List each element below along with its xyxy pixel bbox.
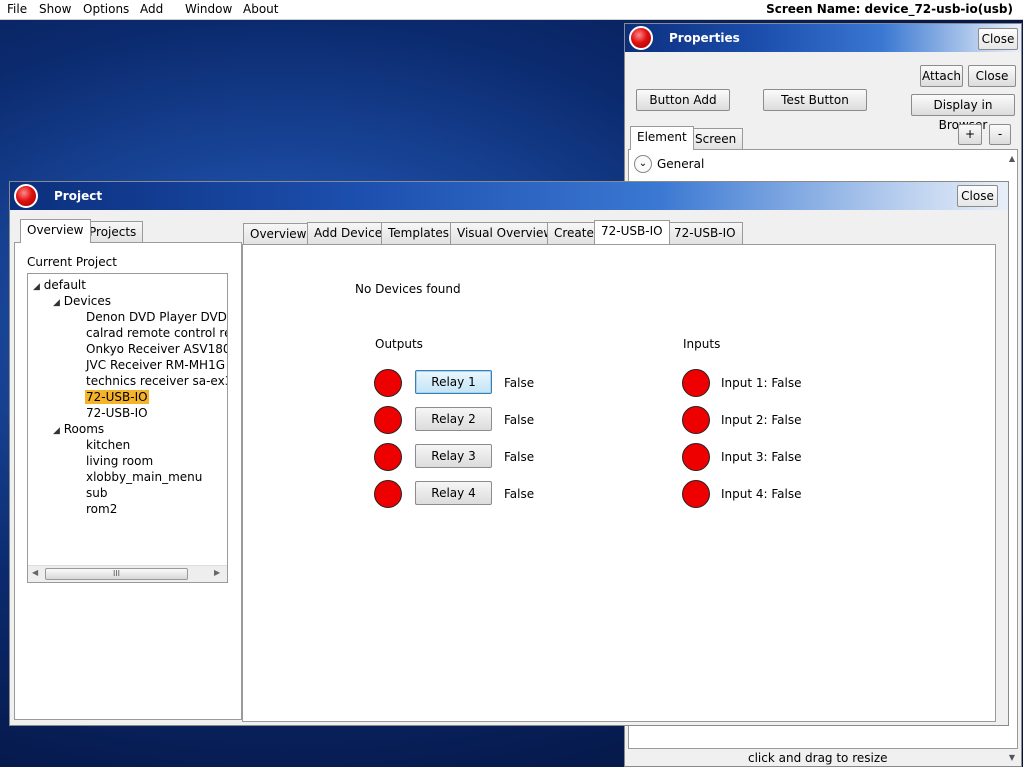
tab-overview[interactable]: Overview (243, 223, 314, 245)
input-led-indicator (682, 443, 710, 471)
menu-bar: File Show Options Add Window About Scree… (0, 0, 1023, 20)
tree-device-item[interactable]: 72-USB-IO (86, 406, 148, 420)
properties-titlebar[interactable]: Properties (625, 24, 1021, 52)
menu-window[interactable]: Window (185, 2, 232, 16)
general-section-label: General (657, 157, 705, 171)
scroll-left-icon[interactable]: ◀ (32, 568, 38, 577)
tree-node-devices[interactable]: ◢ Devices (53, 294, 111, 308)
no-devices-status: No Devices found (355, 282, 461, 296)
screen-name-label: Screen Name: device_72-usb-io(usb) (766, 2, 1013, 16)
input-led-indicator (682, 369, 710, 397)
outputs-label: Outputs (375, 337, 423, 351)
tree-room-item[interactable]: living room (86, 454, 153, 468)
expand-triangle-icon[interactable]: ◢ (33, 282, 40, 292)
project-tree: ◢ default ◢ Devices Denon DVD Player DVD… (27, 273, 228, 583)
expand-triangle-icon[interactable]: ◢ (53, 298, 60, 308)
scroll-down-icon[interactable]: ▼ (1009, 753, 1015, 762)
project-close-button[interactable]: Close (957, 185, 998, 207)
device-panel: No Devices found Outputs Inputs Relay 1 … (242, 244, 996, 722)
tree-device-item[interactable]: calrad remote control rev2 (86, 326, 227, 340)
tree-device-item[interactable]: Denon DVD Player DVD-9: (86, 310, 227, 324)
scroll-up-icon[interactable]: ▲ (1009, 154, 1015, 163)
relay-3-state: False (504, 450, 535, 464)
menu-add[interactable]: Add (140, 2, 163, 16)
input-led-indicator (682, 480, 710, 508)
menu-about[interactable]: About (243, 2, 278, 16)
output-led-indicator (374, 480, 402, 508)
chevron-down-icon[interactable]: ⌄ (634, 155, 652, 173)
tree-device-item-selected[interactable]: 72-USB-IO (85, 390, 149, 404)
attach-button[interactable]: Attach (920, 65, 963, 87)
input-2-state: Input 2: False (721, 413, 802, 427)
current-project-label: Current Project (27, 255, 117, 269)
properties-close-button[interactable]: Close (968, 65, 1016, 87)
project-titlebar[interactable]: Project (10, 182, 1008, 210)
project-title: Project (54, 189, 103, 203)
input-4-state: Input 4: False (721, 487, 802, 501)
relay-4-state: False (504, 487, 535, 501)
button-add-button[interactable]: Button Add (636, 89, 730, 111)
relay-2-state: False (504, 413, 535, 427)
relay-3-button[interactable]: Relay 3 (415, 444, 492, 468)
inputs-label: Inputs (683, 337, 721, 351)
output-led-indicator (374, 443, 402, 471)
left-pane: Current Project ◢ default ◢ Devices Deno… (14, 242, 242, 720)
scroll-right-icon[interactable]: ▶ (214, 568, 220, 577)
tree-room-item[interactable]: kitchen (86, 438, 130, 452)
tree-room-item[interactable]: rom2 (86, 502, 117, 516)
tab-create[interactable]: Create (547, 222, 601, 244)
tree-room-item[interactable]: sub (86, 486, 107, 500)
resize-hint[interactable]: click and drag to resize (748, 751, 888, 765)
relay-1-button[interactable]: Relay 1 (415, 370, 492, 394)
tree-device-item[interactable]: Onkyo Receiver ASV180 (86, 342, 227, 356)
tab-screen[interactable]: Screen (688, 128, 744, 150)
menu-file[interactable]: File (7, 2, 27, 16)
tree-room-item[interactable]: xlobby_main_menu (86, 470, 202, 484)
properties-title: Properties (669, 31, 740, 45)
minus-button[interactable]: - (989, 124, 1011, 145)
menu-options[interactable]: Options (83, 2, 129, 16)
tree-device-item[interactable]: JVC Receiver RM-MH1G (86, 358, 225, 372)
relay-4-button[interactable]: Relay 4 (415, 481, 492, 505)
tab-72-usb-io-active[interactable]: 72-USB-IO (594, 220, 670, 244)
tree-device-item[interactable]: technics receiver sa-ex320 (86, 374, 227, 388)
tree-node-default[interactable]: ◢ default (33, 278, 86, 292)
menu-show[interactable]: Show (39, 2, 71, 16)
input-1-state: Input 1: False (721, 376, 802, 390)
properties-title-close-button[interactable]: Close (978, 28, 1018, 50)
tab-templates[interactable]: Templates (381, 222, 457, 244)
tab-left-projects[interactable]: Projects (82, 221, 144, 243)
relay-2-button[interactable]: Relay 2 (415, 407, 492, 431)
plus-button[interactable]: + (958, 124, 982, 145)
tree-node-rooms[interactable]: ◢ Rooms (53, 422, 104, 436)
output-led-indicator (374, 369, 402, 397)
display-in-browser-button[interactable]: Display in Browser (911, 94, 1015, 132)
scroll-thumb[interactable]: III (45, 568, 188, 580)
input-led-indicator (682, 406, 710, 434)
input-3-state: Input 3: False (721, 450, 802, 464)
relay-1-state: False (504, 376, 535, 390)
tab-left-overview[interactable]: Overview (20, 219, 91, 243)
expand-triangle-icon[interactable]: ◢ (53, 426, 60, 436)
test-button[interactable]: Test Button (763, 89, 867, 111)
project-window: Project Close Overview Projects Current … (9, 181, 1009, 726)
window-orb-icon (629, 26, 653, 50)
window-orb-icon (14, 184, 38, 208)
tab-72-usb-io[interactable]: 72-USB-IO (667, 222, 743, 244)
tab-visual-overview[interactable]: Visual Overview (450, 222, 561, 244)
output-led-indicator (374, 406, 402, 434)
tab-add-device[interactable]: Add Device (307, 222, 390, 244)
tree-horizontal-scrollbar[interactable]: ◀ III ▶ (28, 565, 227, 582)
tab-element[interactable]: Element (630, 126, 694, 150)
